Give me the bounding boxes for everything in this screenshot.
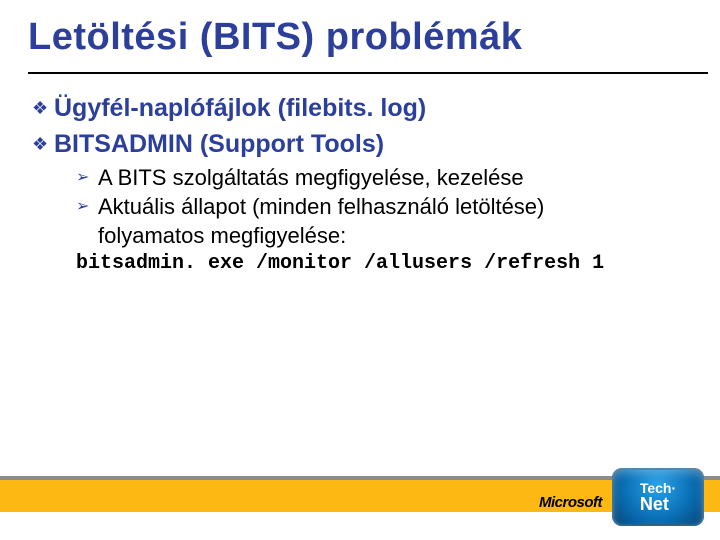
sub-bullet-text: A BITS szolgáltatás megfigyelése, kezelé…: [98, 164, 524, 192]
code-line: bitsadmin. exe /monitor /allusers /refre…: [76, 252, 704, 275]
bullet-level1: ❖ BITSADMIN (Support Tools): [32, 128, 704, 160]
sub-bullet-text: Aktuális állapot (minden felhasználó let…: [98, 193, 544, 221]
diamond-bullet-icon: ❖: [32, 92, 54, 124]
bullet-text: BITSADMIN (Support Tools): [54, 128, 384, 160]
diamond-bullet-icon: ❖: [32, 128, 54, 160]
microsoft-logo: Microsoft: [537, 492, 602, 512]
technet-badge: Tech· Net: [612, 468, 704, 526]
bullet-level1: ❖ Ügyfél-naplófájlok (filebits. log): [32, 92, 704, 124]
sub-list: ➢ A BITS szolgáltatás megfigyelése, keze…: [76, 164, 704, 250]
technet-label: Tech· Net: [640, 481, 676, 513]
technet-bottom: Net: [640, 495, 676, 513]
bullet-level2-cont: folyamatos megfigyelése:: [76, 222, 704, 250]
content-area: ❖ Ügyfél-naplófájlok (filebits. log) ❖ B…: [32, 90, 704, 275]
slide-title: Letöltési (BITS) problémák: [28, 16, 700, 59]
title-divider: [28, 72, 708, 74]
bullet-level2: ➢ A BITS szolgáltatás megfigyelése, keze…: [76, 164, 704, 192]
bullet-text: Ügyfél-naplófájlok (filebits. log): [54, 92, 426, 124]
microsoft-wordmark: Microsoft: [539, 494, 602, 511]
sub-bullet-continuation: folyamatos megfigyelése:: [98, 222, 346, 250]
slide: Letöltési (BITS) problémák ❖ Ügyfél-napl…: [0, 0, 720, 540]
arrow-bullet-icon: ➢: [76, 193, 98, 221]
arrow-bullet-icon: ➢: [76, 164, 98, 192]
bullet-level2: ➢ Aktuális állapot (minden felhasználó l…: [76, 193, 704, 221]
